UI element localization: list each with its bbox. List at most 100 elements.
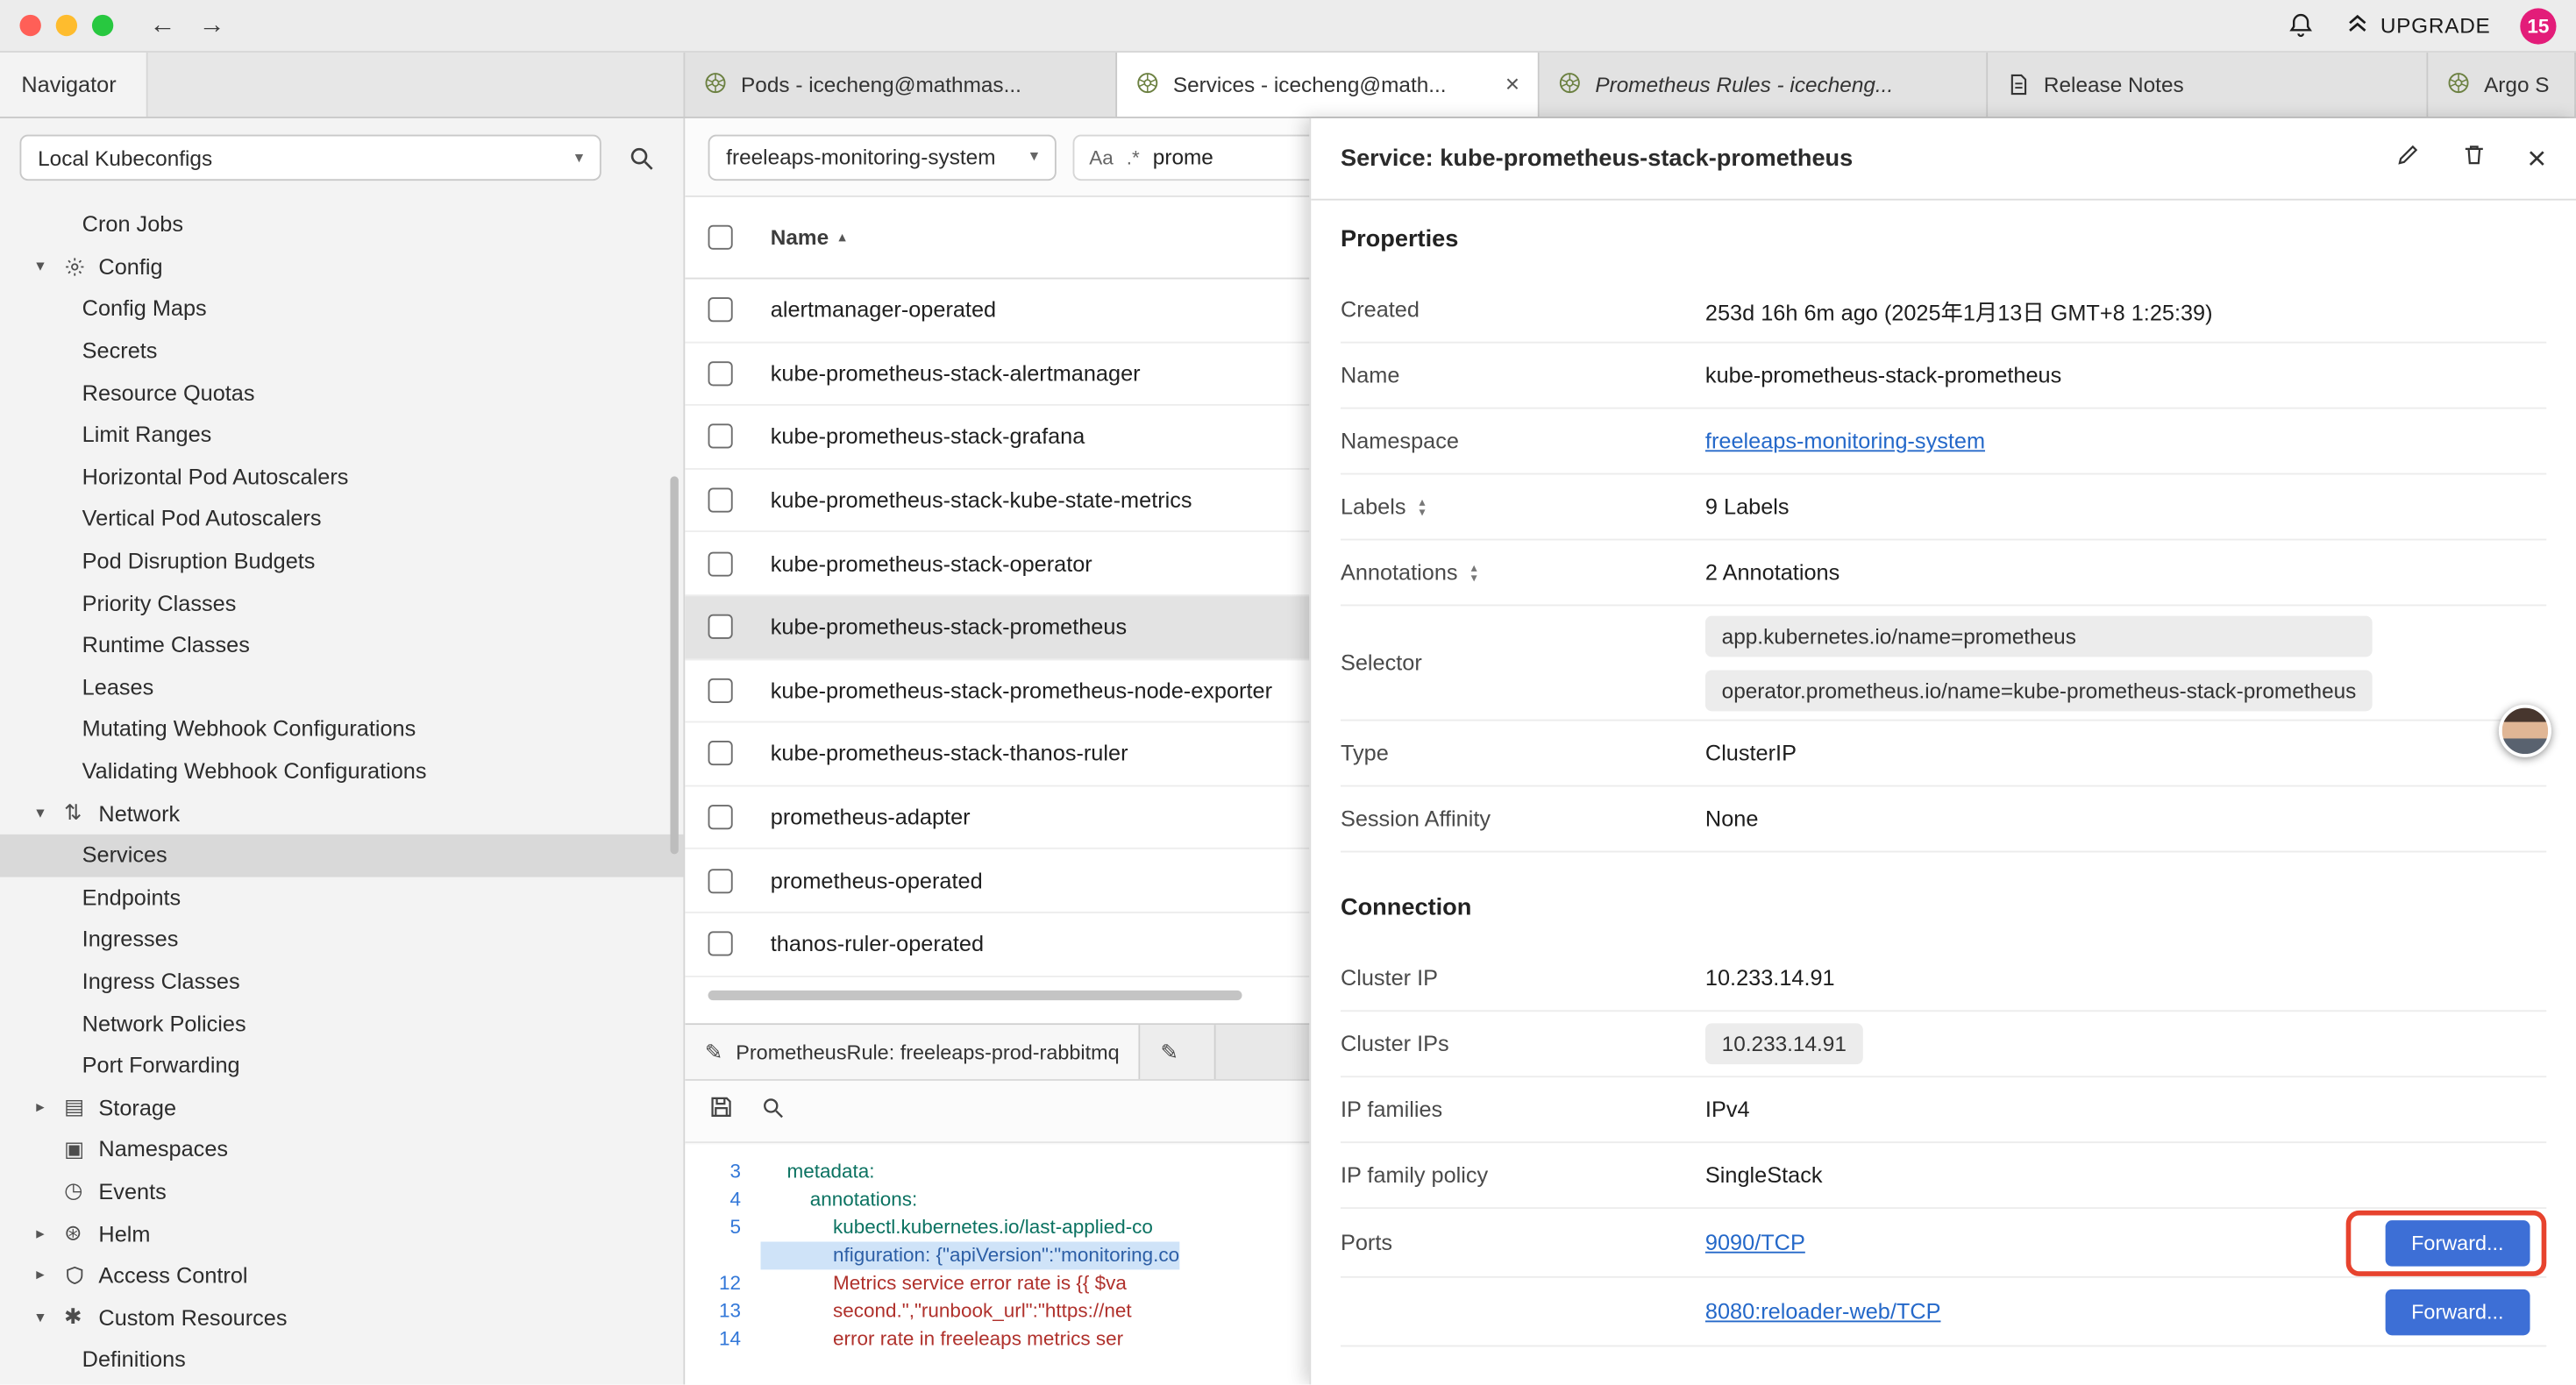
row-label: Cluster IPs <box>1341 1032 1705 1056</box>
select-all-checkbox[interactable] <box>708 225 733 250</box>
helm-wheel-icon: ⊛ <box>64 1220 98 1246</box>
sidebar-item-ingresses[interactable]: Ingresses <box>0 919 683 961</box>
namespace-select[interactable]: freeleaps-monitoring-system ▾ <box>708 134 1057 180</box>
row-checkbox[interactable] <box>708 488 733 513</box>
horizontal-scrollbar[interactable] <box>708 991 1242 1000</box>
user-avatar[interactable] <box>2499 705 2551 757</box>
navigator-title: Navigator <box>0 53 147 117</box>
minimize-window-button[interactable] <box>56 15 77 36</box>
row-checkbox[interactable] <box>708 805 733 829</box>
sidebar-item-mutating-webhook-configurations[interactable]: Mutating Webhook Configurations <box>0 708 683 750</box>
storage-icon: ▤ <box>64 1094 98 1120</box>
sidebar-item-network-policies[interactable]: Network Policies <box>0 1002 683 1044</box>
upgrade-button[interactable]: UPGRADE <box>2345 10 2491 41</box>
kubernetes-icon <box>2446 70 2471 100</box>
sidebar-item-port-forwarding[interactable]: Port Forwarding <box>0 1044 683 1086</box>
sidebar-item-namespaces[interactable]: ▸ ▣ Namespaces <box>0 1128 683 1170</box>
service-name: prometheus-adapter <box>771 805 971 829</box>
sidebar-scrollbar[interactable] <box>670 476 678 854</box>
sidebar-item-label: Mutating Webhook Configurations <box>82 717 416 742</box>
row-checkbox[interactable] <box>708 742 733 766</box>
zoom-window-button[interactable] <box>92 15 113 36</box>
drawer-row-namespace: Namespace freeleaps-monitoring-system <box>1341 409 2546 475</box>
tab-argo[interactable]: Argo S <box>2428 53 2576 117</box>
row-checkbox[interactable] <box>708 361 733 386</box>
sidebar-item-label: Storage <box>98 1095 176 1119</box>
notifications-bell-icon[interactable] <box>2287 11 2315 39</box>
sidebar-item-ingress-classes[interactable]: Ingress Classes <box>0 961 683 1003</box>
search-input[interactable] <box>1153 145 1277 169</box>
row-checkbox[interactable] <box>708 551 733 576</box>
notification-count-badge[interactable]: 15 <box>2520 7 2556 43</box>
drawer-body: Properties Created 253d 16h 6m ago (2025… <box>1311 201 2576 1347</box>
sidebar-item-label: Horizontal Pod Autoscalers <box>82 465 349 489</box>
forward-port-8080-button[interactable]: Forward... <box>2385 1289 2530 1334</box>
back-button[interactable]: ← <box>150 11 176 40</box>
row-checkbox[interactable] <box>708 678 733 703</box>
sidebar-item-label: Network <box>98 801 180 826</box>
kubernetes-icon <box>1557 70 1582 100</box>
list-search-box[interactable]: Aa .* <box>1073 134 1320 180</box>
name-column-header[interactable]: Name ▴ <box>771 225 846 250</box>
row-checkbox[interactable] <box>708 869 733 893</box>
sidebar-item-pod-disruption-budgets[interactable]: Pod Disruption Budgets <box>0 540 683 582</box>
dock-tab-partial[interactable]: ✎ <box>1141 1025 1216 1079</box>
editor-search-icon[interactable] <box>761 1095 786 1127</box>
sidebar-item-config-maps[interactable]: Config Maps <box>0 288 683 330</box>
navigator-tree: Cron Jobs ▾ Config Config Maps Secrets R… <box>0 201 683 1385</box>
sidebar-search-icon[interactable] <box>618 135 664 181</box>
forward-port-9090-button[interactable]: Forward... <box>2385 1219 2530 1265</box>
edit-pencil-icon[interactable] <box>2395 141 2422 175</box>
close-window-button[interactable] <box>19 15 40 36</box>
sidebar-item-horizontal-pod-autoscalers[interactable]: Horizontal Pod Autoscalers <box>0 456 683 498</box>
sidebar-item-secrets[interactable]: Secrets <box>0 330 683 372</box>
expander-icon[interactable]: ▴▾ <box>1471 563 1477 582</box>
tab-release-notes[interactable]: Release Notes <box>1988 53 2428 117</box>
sidebar-item-config[interactable]: ▾ Config <box>0 245 683 288</box>
sidebar-item-events[interactable]: ▸ ◷ Events <box>0 1170 683 1212</box>
sidebar-item-definitions[interactable]: Definitions <box>0 1339 683 1381</box>
sidebar-item-cron-jobs[interactable]: Cron Jobs <box>0 203 683 245</box>
sidebar-item-network[interactable]: ▾ ⇅ Network <box>0 792 683 835</box>
kubeconfig-select[interactable]: Local Kubeconfigs ▾ <box>19 135 601 181</box>
sidebar-item-helm[interactable]: ▸ ⊛ Helm <box>0 1212 683 1254</box>
sidebar-item-storage[interactable]: ▸ ▤ Storage <box>0 1086 683 1128</box>
custom-resources-icon: ✱ <box>64 1304 98 1331</box>
row-checkbox[interactable] <box>708 614 733 639</box>
forward-button[interactable]: → <box>199 11 225 40</box>
sidebar-item-services[interactable]: Services <box>0 835 683 877</box>
delete-trash-icon[interactable] <box>2461 141 2487 175</box>
expander-icon[interactable]: ▴▾ <box>1420 497 1426 516</box>
tab-services[interactable]: Services - icecheng@math... × <box>1117 53 1540 117</box>
sidebar-item-label: Pod Disruption Budgets <box>82 549 316 573</box>
sidebar-item-custom-resources[interactable]: ▾ ✱ Custom Resources <box>0 1296 683 1339</box>
save-icon[interactable] <box>708 1094 735 1128</box>
port-8080-link[interactable]: 8080:reloader-web/TCP <box>1705 1299 1941 1324</box>
match-case-toggle[interactable]: Aa <box>1089 146 1114 168</box>
events-clock-icon: ◷ <box>64 1178 98 1204</box>
row-checkbox[interactable] <box>708 298 733 323</box>
port-9090-link[interactable]: 9090/TCP <box>1705 1230 1805 1254</box>
row-checkbox[interactable] <box>708 424 733 449</box>
sidebar-item-access-control[interactable]: ▸ Access Control <box>0 1254 683 1296</box>
tab-pods[interactable]: Pods - icecheng@mathmas... <box>685 53 1117 117</box>
dock-tab-prometheusrule[interactable]: ✎ PrometheusRule: freeleaps-prod-rabbitm… <box>685 1025 1141 1079</box>
close-tab-icon[interactable]: × <box>1492 71 1519 99</box>
upgrade-chevrons-icon <box>2345 10 2371 41</box>
sidebar-item-runtime-classes[interactable]: Runtime Classes <box>0 624 683 666</box>
sidebar-item-vertical-pod-autoscalers[interactable]: Vertical Pod Autoscalers <box>0 498 683 540</box>
sidebar-item-resource-quotas[interactable]: Resource Quotas <box>0 372 683 414</box>
row-checkbox[interactable] <box>708 932 733 956</box>
sidebar-item-validating-webhook-configurations[interactable]: Validating Webhook Configurations <box>0 750 683 792</box>
tab-prometheus-rules[interactable]: Prometheus Rules - icecheng... <box>1540 53 1989 117</box>
sidebar-item-endpoints[interactable]: Endpoints <box>0 877 683 919</box>
sidebar-item-leases[interactable]: Leases <box>0 666 683 708</box>
namespace-link[interactable]: freeleaps-monitoring-system <box>1705 429 1985 453</box>
tab-strip: Navigator Pods - icecheng@mathmas... Ser… <box>0 53 2576 118</box>
sidebar-item-priority-classes[interactable]: Priority Classes <box>0 582 683 624</box>
close-drawer-icon[interactable]: × <box>2527 142 2546 174</box>
chevron-right-icon: ▸ <box>36 1098 64 1117</box>
sidebar-item-limit-ranges[interactable]: Limit Ranges <box>0 414 683 456</box>
document-icon <box>2006 72 2031 96</box>
regex-toggle[interactable]: .* <box>1127 146 1140 168</box>
